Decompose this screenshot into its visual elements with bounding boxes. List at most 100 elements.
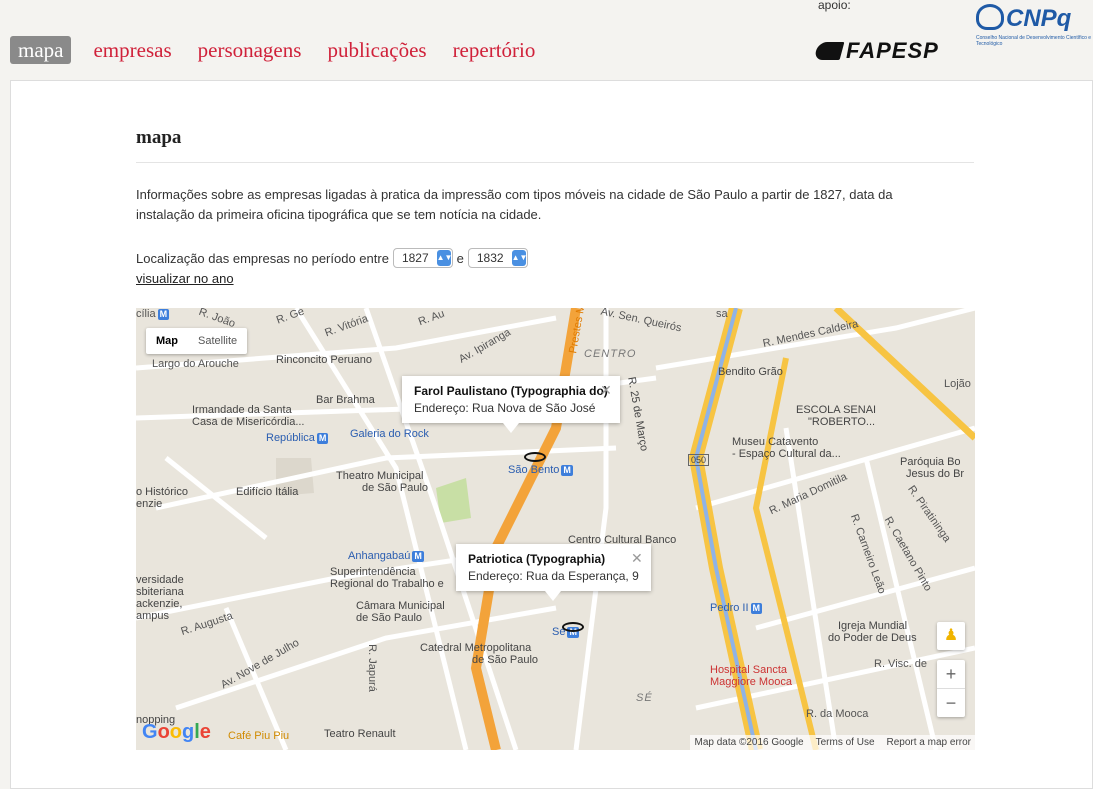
highway-shield: 050 [688, 454, 710, 466]
nav-item-mapa[interactable]: mapa [10, 36, 72, 64]
cnpq-emblem-icon [976, 4, 1004, 30]
map-label: Câmara Municipal [356, 600, 445, 612]
map-label: - Espaço Cultural da... [732, 448, 841, 460]
map-label: Superintendência [330, 566, 416, 578]
map-label: "ROBERTO... [808, 416, 876, 428]
nav-item-repertorio[interactable]: repertório [453, 36, 536, 64]
fapesp-logo-text: FAPESP [846, 38, 939, 63]
map-label: versidade [136, 574, 184, 586]
map-label: sbiteriana [136, 586, 184, 598]
zoom-out-button[interactable]: − [937, 689, 965, 717]
map-label: sa [716, 308, 728, 320]
map-streets [136, 308, 975, 750]
map-label: de São Paulo [472, 654, 539, 666]
apoio-label: apoio: [818, 0, 851, 12]
top-bar: mapa empresas personagens publicações re… [0, 0, 1093, 80]
map-label: Hospital Sancta [710, 664, 788, 676]
map-label: Irmandade da Santa [192, 404, 292, 416]
map-label: do Poder de Deus [828, 632, 917, 644]
nav-item-publicacoes[interactable]: publicações [327, 36, 426, 64]
year-to-select[interactable]: 1832 ▲▼ [467, 248, 528, 268]
map-label: de São Paulo [356, 612, 423, 624]
map-type-map-button[interactable]: Map [146, 328, 188, 354]
map-label: Teatro Renault [324, 728, 396, 740]
map-attribution: Map data ©2016 Google Terms of Use Repor… [690, 735, 975, 750]
map-label: ackenzie, [136, 598, 183, 610]
metro-icon: M [750, 603, 763, 614]
cnpq-logo[interactable]: CNPq Conselho Nacional de Desenvolviment… [976, 4, 1092, 47]
metro-icon: M [157, 309, 170, 320]
filter-joiner: e [456, 250, 464, 266]
map-label: Largo do Arouche [152, 358, 239, 370]
location-marker-icon[interactable] [524, 452, 546, 462]
select-arrows-icon: ▲▼ [511, 250, 527, 266]
info-window-farol: ✕ Farol Paulistano (Typographia do) Ende… [402, 376, 620, 433]
map-label: Jesus do Br [906, 468, 965, 480]
map-label: República M [266, 432, 329, 444]
map-label: Maggiore Mooca [710, 676, 792, 688]
year-from-value: 1827 [401, 251, 429, 265]
zoom-in-button[interactable]: + [937, 660, 965, 689]
title-divider [136, 162, 974, 163]
main-nav: mapa empresas personagens publicações re… [10, 36, 561, 64]
metro-icon: M [561, 465, 573, 476]
nav-item-personagens[interactable]: personagens [198, 36, 302, 64]
map-label: Bendito Grão [718, 366, 783, 378]
close-icon[interactable]: ✕ [600, 382, 612, 399]
map-label: Regional do Trabalho e [330, 578, 444, 590]
info-window-title: Patriotica (Typographia) [468, 552, 606, 566]
page-title: mapa [136, 127, 182, 148]
filter-label: Localização das empresas no período entr… [136, 250, 389, 266]
map-label: Museu Catavento [732, 436, 819, 448]
map-label: Theatro Municipal [336, 470, 424, 482]
map-label: Casa de Misericórdia... [192, 416, 305, 428]
close-icon[interactable]: ✕ [631, 550, 643, 567]
map-label: SÉ [636, 692, 653, 704]
terms-of-use-link[interactable]: Terms of Use [816, 737, 875, 748]
map-label: Pedro II M [710, 602, 763, 614]
info-window-title: Farol Paulistano (Typographia do) [414, 384, 608, 398]
map-label: ampus [136, 610, 170, 622]
metro-icon: M [316, 433, 329, 444]
cnpq-logo-subtitle: Conselho Nacional de Desenvolvimento Cie… [976, 35, 1092, 47]
zoom-control: + − [937, 660, 965, 717]
map-data-credit: Map data ©2016 Google [694, 737, 804, 748]
map-label: Lojão [944, 378, 971, 390]
report-map-error-link[interactable]: Report a map error [887, 737, 971, 748]
metro-icon: M [412, 551, 424, 562]
map-label: enzie [136, 498, 163, 510]
select-arrows-icon: ▲▼ [436, 250, 452, 266]
map-label: Rinconcito Peruano [276, 354, 373, 366]
map-label: de São Paulo [362, 482, 429, 494]
map-label: CENTRO [584, 348, 637, 360]
map-label: Bar Brahma [316, 394, 375, 406]
nav-item-empresas[interactable]: empresas [93, 36, 171, 64]
map-type-satellite-button[interactable]: Satellite [188, 328, 247, 354]
map-label: R. da Mooca [806, 708, 869, 720]
map-label: Anhangabaú M [348, 550, 424, 562]
map-label: R. Japurá [365, 644, 378, 692]
year-from-select[interactable]: 1827 ▲▼ [392, 248, 453, 268]
fapesp-logo[interactable]: FAPESP [813, 38, 939, 64]
map-label: Galeria do Rock [350, 428, 429, 440]
cnpq-logo-text: CNPq [1006, 5, 1072, 32]
map-label: Edifício Itália [236, 486, 299, 498]
fapesp-mark-icon [813, 42, 845, 60]
map-type-control: Map Satellite [146, 328, 248, 354]
view-year-link[interactable]: visualizar no ano [136, 271, 234, 286]
map-label: o Histórico [136, 486, 188, 498]
page-description: Informações sobre as empresas ligadas à … [136, 187, 893, 222]
map-label: Café Piu Piu [228, 730, 290, 742]
pegman-icon[interactable]: ♟ [937, 622, 965, 650]
location-marker-icon[interactable] [562, 622, 584, 632]
map-canvas[interactable]: Map Satellite cília M R. João R. Ge R. Vi… [136, 308, 975, 750]
google-logo: Google [142, 721, 211, 743]
map-label: Catedral Metropolitana [420, 642, 532, 654]
map-label: Igreja Mundial [838, 620, 908, 632]
info-window-address: Endereço: Rua Nova de São José [414, 401, 596, 415]
map-label: cília M [136, 308, 170, 320]
map-label: São Bento M [508, 464, 573, 476]
map-label: R. Visc. de [874, 658, 927, 670]
map-label: Paróquia Bo [900, 456, 961, 468]
year-to-value: 1832 [476, 251, 504, 265]
